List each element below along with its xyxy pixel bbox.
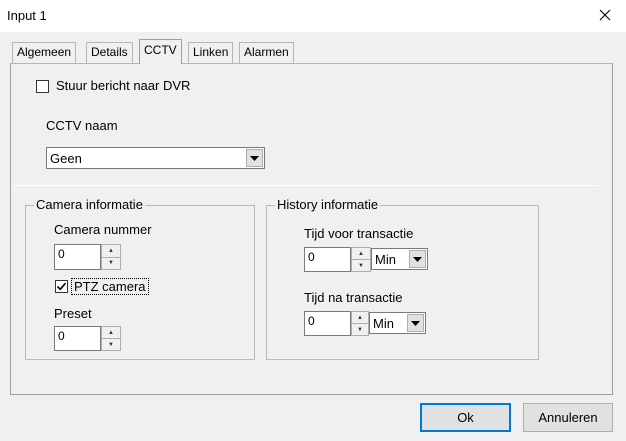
spin-up-icon[interactable]: ▲ [352,312,368,323]
spin-down-icon[interactable]: ▼ [352,323,368,335]
time-after-unit-value: Min [373,316,394,331]
send-to-dvr-label: Stuur bericht naar DVR [56,78,191,93]
time-before-input[interactable]: 0 [304,247,351,272]
title-bar [0,0,626,32]
cctv-name-label: CCTV naam [46,118,118,133]
spin-up-icon[interactable]: ▲ [102,327,120,338]
time-after-label: Tijd na transactie [304,290,403,305]
preset-label: Preset [54,306,92,321]
camera-info-legend: Camera informatie [34,197,145,212]
separator [14,185,598,186]
window-title: Input 1 [7,8,47,23]
spin-up-icon[interactable]: ▲ [352,248,370,259]
time-after-unit-select[interactable]: Min [369,312,426,334]
close-button[interactable] [590,0,620,30]
tab-alarmen[interactable]: Alarmen [239,42,294,63]
tab-details[interactable]: Details [86,42,133,63]
spin-down-icon[interactable]: ▼ [102,256,120,270]
preset-input[interactable]: 0 [54,326,101,351]
time-before-unit-select[interactable]: Min [371,248,428,270]
time-after-spinner[interactable]: ▲ ▼ [351,311,369,336]
cctv-name-select[interactable]: Geen [46,147,265,169]
dropdown-arrow-icon[interactable] [246,149,263,167]
ptz-camera-checkbox[interactable] [55,280,68,293]
time-before-spinner[interactable]: ▲ ▼ [351,247,371,272]
preset-spinner[interactable]: ▲ ▼ [101,326,121,351]
dropdown-arrow-icon[interactable] [409,250,426,268]
spin-up-icon[interactable]: ▲ [102,245,120,257]
camera-number-label: Camera nummer [54,222,152,237]
time-after-input[interactable]: 0 [304,311,351,336]
time-before-label: Tijd voor transactie [304,226,414,241]
cctv-name-value: Geen [50,151,82,166]
dropdown-arrow-icon[interactable] [407,314,424,332]
camera-number-input[interactable]: 0 [54,244,101,270]
tab-cctv[interactable]: CCTV [139,39,182,64]
send-to-dvr-checkbox[interactable] [36,80,49,93]
camera-number-spinner[interactable]: ▲ ▼ [101,244,121,270]
tab-algemeen[interactable]: Algemeen [12,42,77,63]
ptz-camera-label: PTZ camera [71,278,149,295]
time-before-unit-value: Min [375,252,396,267]
spin-down-icon[interactable]: ▼ [352,259,370,271]
spin-down-icon[interactable]: ▼ [102,338,120,350]
ok-button[interactable]: Ok [420,403,511,432]
cancel-button[interactable]: Annuleren [523,403,613,432]
tab-linken[interactable]: Linken [188,42,234,63]
history-info-legend: History informatie [275,197,381,212]
check-icon [56,282,67,291]
close-icon [599,9,611,21]
